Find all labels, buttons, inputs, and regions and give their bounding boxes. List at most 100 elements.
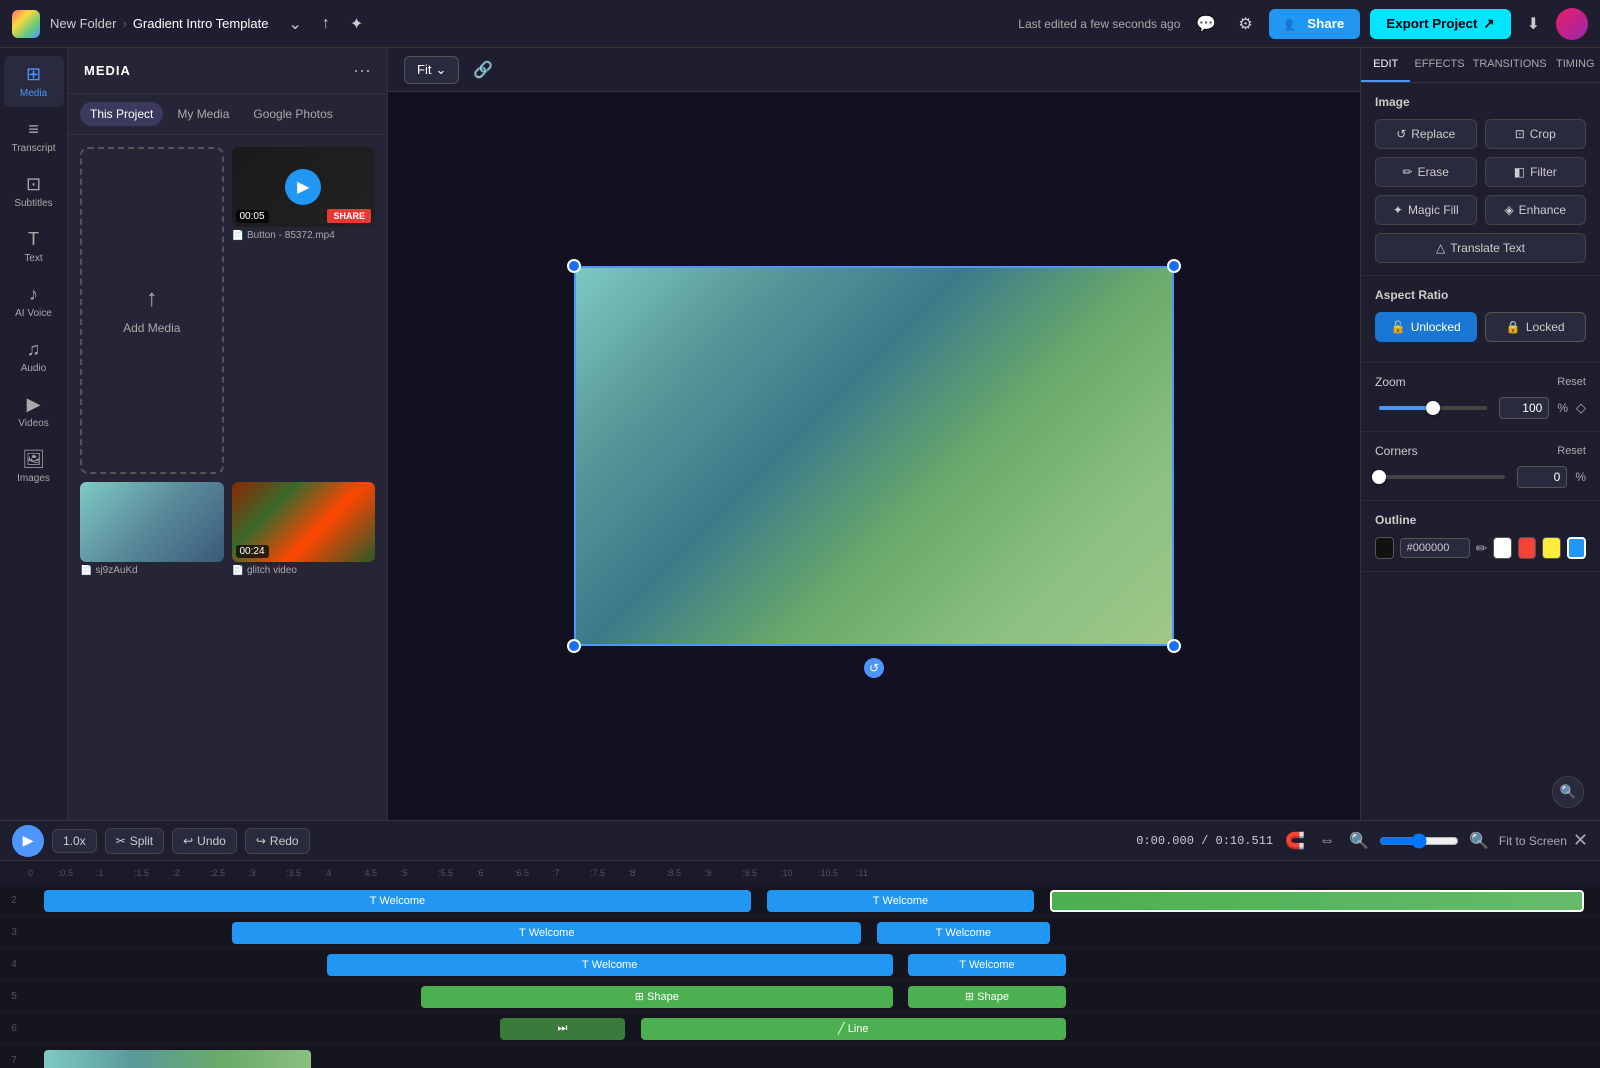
clip-welcome-3[interactable]: T Welcome (232, 922, 861, 944)
share-button[interactable]: 👥 Share (1269, 9, 1361, 39)
filter-button[interactable]: ◧ Filter (1485, 157, 1587, 187)
zoom-input[interactable] (1499, 397, 1549, 419)
outline-swatch-yellow[interactable] (1542, 537, 1561, 559)
user-avatar[interactable] (1556, 8, 1588, 40)
outline-swatch-red[interactable] (1518, 537, 1537, 559)
zoom-slider[interactable] (1379, 406, 1487, 410)
crop-icon: ⊡ (1515, 127, 1525, 141)
handle-bottom-right[interactable] (1167, 639, 1181, 653)
sidebar-item-videos[interactable]: ▶ Videos (4, 386, 64, 437)
crop-button[interactable]: ⊡ Crop (1485, 119, 1587, 149)
handle-bottom-left[interactable] (567, 639, 581, 653)
clip-welcome-2[interactable]: T Welcome (767, 890, 1034, 912)
corners-reset-btn[interactable]: Reset (1557, 445, 1586, 457)
tab-edit[interactable]: EDIT (1361, 48, 1410, 82)
canvas-image (574, 266, 1174, 646)
tab-this-project[interactable]: This Project (80, 102, 163, 126)
unlocked-button[interactable]: 🔓 Unlocked (1375, 312, 1477, 342)
outline-swatch-white[interactable] (1493, 537, 1512, 559)
play-button[interactable]: ▶ (12, 825, 44, 857)
track-content-6[interactable]: ⏭ ╱ Line (28, 1016, 1600, 1042)
handle-top-right[interactable] (1167, 259, 1181, 273)
track-content-5[interactable]: ⊞ Shape ⊞ Shape (28, 984, 1600, 1010)
right-panel-tabs: EDIT EFFECTS TRANSITIONS TIMING (1361, 48, 1600, 83)
track-content-2[interactable]: T Welcome T Welcome (28, 888, 1600, 914)
sidebar-item-images[interactable]: 🖼 Images (4, 441, 64, 492)
comment-btn[interactable]: 💬 (1190, 8, 1222, 40)
settings-icon-btn[interactable]: ✦ (344, 8, 369, 40)
corners-input[interactable] (1517, 466, 1567, 488)
track-content-7[interactable] (28, 1048, 1600, 1068)
sidebar-item-subtitles[interactable]: ⊡ Subtitles (4, 166, 64, 217)
handle-top-left[interactable] (567, 259, 581, 273)
media-thumb-video1[interactable]: ▶ SHARE 00:05 📄 Button - 85372.mp4 (232, 147, 376, 474)
erase-button[interactable]: ✏ Erase (1375, 157, 1477, 187)
track-content-4[interactable]: T Welcome T Welcome (28, 952, 1600, 978)
fit-screen-button[interactable]: Fit to Screen (1499, 834, 1567, 848)
tab-transitions[interactable]: TRANSITIONS (1469, 48, 1551, 82)
rotate-handle[interactable]: ↺ (864, 658, 884, 678)
fit-label: Fit (417, 62, 431, 77)
dropdown-btn[interactable]: ⌄ (282, 8, 307, 40)
clip-welcome-4[interactable]: T Welcome (877, 922, 1050, 944)
share-upload-btn[interactable]: ↑ (316, 9, 336, 39)
zoom-out-btn[interactable]: 🔍 (1345, 827, 1373, 855)
outline-swatch-black[interactable] (1375, 537, 1394, 559)
timeline-zoom-slider[interactable] (1379, 833, 1459, 849)
clip-welcome-6[interactable]: T Welcome (908, 954, 1065, 976)
fit-tracks-btn[interactable]: ⇔ (1315, 828, 1339, 854)
clip-welcome-1[interactable]: T Welcome (44, 890, 751, 912)
outline-swatch-blue[interactable] (1567, 537, 1586, 559)
tab-my-media[interactable]: My Media (167, 102, 239, 126)
download-btn[interactable]: ⬇ (1521, 8, 1546, 40)
pen-icon[interactable]: ✏ (1476, 540, 1488, 557)
clip-green-video[interactable] (1050, 890, 1584, 912)
media-more-button[interactable]: ··· (353, 60, 371, 81)
clip-shape-1[interactable]: ⊞ Shape (421, 986, 893, 1008)
sidebar-label-transcript: Transcript (11, 143, 55, 154)
media-thumb-image1[interactable]: 📄 sj9zAuKd (80, 482, 224, 809)
clip-thumbnail-strip[interactable] (44, 1050, 311, 1068)
search-timeline-btn[interactable]: 🔍 (1552, 776, 1584, 808)
close-timeline-btn[interactable]: ✕ (1573, 830, 1588, 851)
magnet-btn[interactable]: 🧲 (1281, 827, 1309, 855)
tab-timing[interactable]: TIMING (1551, 48, 1600, 82)
sidebar-item-media[interactable]: ⊞ Media (4, 56, 64, 107)
zoom-in-btn[interactable]: 🔍 (1465, 827, 1493, 855)
canvas-frame[interactable]: ↺ (574, 266, 1174, 646)
fit-button[interactable]: Fit ⌄ (404, 56, 459, 84)
clip-welcome-5[interactable]: T Welcome (327, 954, 893, 976)
media-thumb-video2[interactable]: 00:24 📄 glitch video (232, 482, 376, 809)
undo-button[interactable]: ↩ Undo (172, 828, 237, 854)
sidebar-item-audio[interactable]: ♫ Audio (4, 331, 64, 382)
zoom-diamond-icon[interactable]: ◇ (1576, 400, 1586, 416)
sidebar-item-transcript[interactable]: ≡ Transcript (4, 111, 64, 162)
app-logo (12, 10, 40, 38)
zoom-reset-btn[interactable]: Reset (1557, 376, 1586, 388)
sidebar-item-text[interactable]: T Text (4, 221, 64, 272)
sidebar-item-ai-voice[interactable]: ♪ AI Voice (4, 276, 64, 327)
add-media-button[interactable]: ↑ Add Media (80, 147, 224, 474)
clip-shape-2[interactable]: ⊞ Shape (908, 986, 1065, 1008)
export-button[interactable]: Export Project ↗ (1370, 9, 1510, 39)
translate-button[interactable]: △ Translate Text (1375, 233, 1586, 263)
tab-effects[interactable]: EFFECTS (1410, 48, 1468, 82)
image1-name: sj9zAuKd (95, 565, 137, 576)
corners-slider[interactable] (1379, 475, 1505, 479)
speed-button[interactable]: 1.0x (52, 829, 97, 853)
clip-skip[interactable]: ⏭ (500, 1018, 626, 1040)
timeline: ▶ 1.0x ✂ Split ↩ Undo ↪ Redo 0:00.000 / … (0, 820, 1600, 1068)
split-button[interactable]: ✂ Split (105, 828, 164, 854)
clip-line[interactable]: ╱ Line (641, 1018, 1065, 1040)
track-content-3[interactable]: T Welcome T Welcome (28, 920, 1600, 946)
replace-button[interactable]: ↺ Replace (1375, 119, 1477, 149)
outline-hex-input[interactable] (1400, 538, 1470, 558)
folder-name[interactable]: New Folder (50, 16, 116, 31)
enhance-button[interactable]: ◈ Enhance (1485, 195, 1587, 225)
link-icon-btn[interactable]: 🔗 (467, 54, 499, 86)
locked-button[interactable]: 🔒 Locked (1485, 312, 1587, 342)
tab-google-photos[interactable]: Google Photos (243, 102, 342, 126)
settings-btn[interactable]: ⚙ (1232, 8, 1258, 40)
magic-fill-button[interactable]: ✦ Magic Fill (1375, 195, 1477, 225)
redo-button[interactable]: ↪ Redo (245, 828, 310, 854)
